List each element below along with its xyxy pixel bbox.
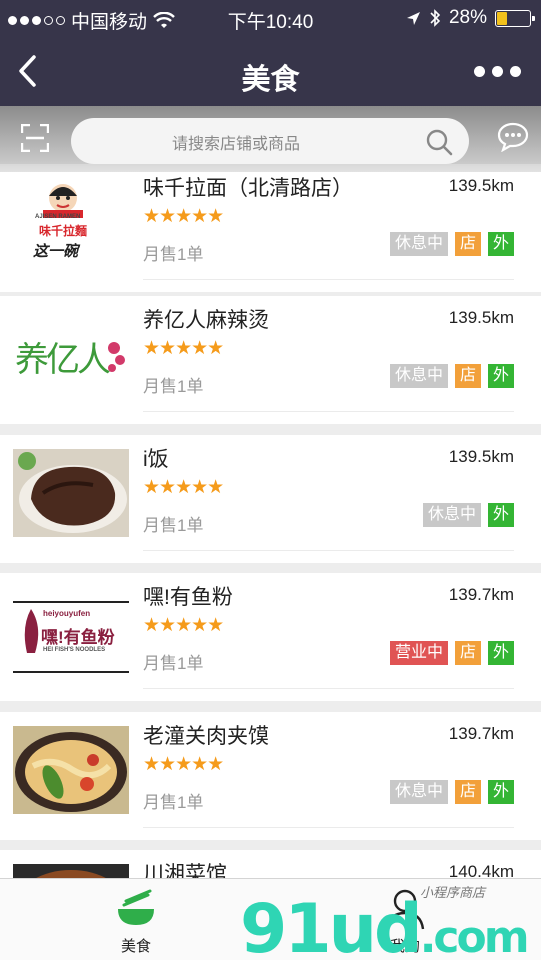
store-monthly-sales: 月售1单 xyxy=(143,377,204,396)
nav-bar: 美食 xyxy=(0,36,541,106)
divider xyxy=(143,279,514,280)
store-name: 川湘菜馆 xyxy=(143,863,227,878)
logo-caption-en: HEI FISH'S NOODLES xyxy=(43,647,106,653)
store-photo-steak xyxy=(13,449,129,537)
store-name: 养亿人麻辣烫 xyxy=(143,309,269,332)
noodle-bowl-image xyxy=(13,726,129,814)
takeout-badge: 外 xyxy=(487,641,514,665)
watermark-tagline: 小程序商店 xyxy=(420,885,486,900)
search-icon[interactable] xyxy=(425,128,453,156)
battery-icon xyxy=(495,9,535,27)
store-monthly-sales: 月售1单 xyxy=(143,793,204,812)
store-badges: 休息中 店 外 xyxy=(389,780,514,804)
store-rating-stars: ★★★★★ xyxy=(143,477,224,498)
store-distance: 139.7km xyxy=(448,585,514,604)
logo-decoration-image xyxy=(108,342,125,372)
dine-in-badge: 店 xyxy=(454,641,481,665)
store-logo-yangyiren: 养亿人 xyxy=(13,310,129,398)
store-badges: 休息中 店 外 xyxy=(389,232,514,256)
status-badge: 休息中 xyxy=(389,232,448,256)
store-photo-noodles xyxy=(13,726,129,814)
chat-bubble-icon[interactable] xyxy=(497,122,529,152)
status-badge: 休息中 xyxy=(389,364,448,388)
divider xyxy=(143,827,514,828)
status-right: 28% xyxy=(406,7,535,29)
logo-caption-cn: 味千拉麵 xyxy=(39,224,88,238)
page-title: 美食 xyxy=(241,64,300,96)
store-rating-stars: ★★★★★ xyxy=(143,338,224,359)
bowl-icon xyxy=(118,889,154,925)
takeout-badge: 外 xyxy=(487,780,514,804)
dine-in-badge: 店 xyxy=(454,232,481,256)
tab-food-label: 美食 xyxy=(120,938,151,955)
store-card[interactable]: i饭 139.5km ★★★★★ 月售1单 休息中 外 xyxy=(0,435,541,563)
tab-food[interactable]: 美食 xyxy=(76,887,196,956)
store-name: i饭 xyxy=(143,448,169,471)
store-rating-stars: ★★★★★ xyxy=(143,754,224,775)
status-badge: 营业中 xyxy=(389,641,448,665)
status-bar: 中国移动 下午10:40 28% xyxy=(0,0,541,36)
status-badge: 休息中 xyxy=(389,780,448,804)
store-list: AJISEN RAMEN 味千拉麵 这一碗 味千拉面（北清路店） 139.5km… xyxy=(0,106,541,878)
store-card[interactable]: heiyouyufen 嘿!有鱼粉 HEI FISH'S NOODLES 嘿!有… xyxy=(0,573,541,701)
dish-image xyxy=(13,864,129,878)
more-options-icon[interactable] xyxy=(474,66,521,77)
store-card[interactable]: 养亿人 养亿人麻辣烫 139.5km ★★★★★ 月售1单 休息中 店 外 xyxy=(0,296,541,424)
store-photo-dish xyxy=(13,864,129,878)
search-input[interactable]: 请搜索店铺或商品 xyxy=(71,118,469,164)
logo-caption: 嘿!有鱼粉 xyxy=(41,628,115,647)
dine-in-badge: 店 xyxy=(454,364,481,388)
store-card[interactable]: AJISEN RAMEN 味千拉麵 这一碗 味千拉面（北清路店） 139.5km… xyxy=(0,164,541,292)
search-placeholder: 请搜索店铺或商品 xyxy=(171,136,300,153)
divider xyxy=(143,688,514,689)
store-distance: 139.5km xyxy=(448,308,514,327)
dine-in-badge: 店 xyxy=(454,780,481,804)
logo-caption-en: AJISEN RAMEN xyxy=(35,214,81,220)
store-badges: 休息中 外 xyxy=(422,503,514,527)
bluetooth-icon xyxy=(430,9,441,27)
store-rating-stars: ★★★★★ xyxy=(143,206,224,227)
location-arrow-icon xyxy=(406,11,420,25)
store-name: 老潼关肉夹馍 xyxy=(143,725,269,748)
takeout-badge: 外 xyxy=(487,364,514,388)
store-rating-stars: ★★★★★ xyxy=(143,615,224,636)
watermark: 91ud.com 小程序商店 xyxy=(240,880,540,960)
status-badge: 休息中 xyxy=(422,503,481,527)
takeout-badge: 外 xyxy=(487,232,514,256)
store-distance: 139.7km xyxy=(448,724,514,743)
divider xyxy=(143,411,514,412)
store-logo-weiqian: AJISEN RAMEN 味千拉麵 这一碗 xyxy=(13,178,129,266)
store-monthly-sales: 月售1单 xyxy=(143,245,204,264)
store-badges: 营业中 店 外 xyxy=(389,641,514,665)
store-badges: 休息中 店 外 xyxy=(389,364,514,388)
store-monthly-sales: 月售1单 xyxy=(143,654,204,673)
store-distance: 139.5km xyxy=(448,447,514,466)
store-name: 味千拉面（北清路店） xyxy=(143,177,353,200)
battery-percent: 28% xyxy=(448,7,487,28)
search-bar: 请搜索店铺或商品 xyxy=(0,106,541,172)
store-logo-youyufen: heiyouyufen 嘿!有鱼粉 HEI FISH'S NOODLES xyxy=(13,587,129,675)
logo-slogan: 这一碗 xyxy=(33,243,79,260)
store-card[interactable]: 老潼关肉夹馍 139.7km ★★★★★ 月售1单 休息中 店 外 xyxy=(0,712,541,840)
takeout-badge: 外 xyxy=(487,503,514,527)
store-monthly-sales: 月售1单 xyxy=(143,516,204,535)
divider xyxy=(143,550,514,551)
scan-icon[interactable] xyxy=(21,124,49,152)
logo-top-text: heiyouyufen xyxy=(43,609,91,618)
store-card[interactable]: 川湘菜馆 140.4km xyxy=(0,850,541,878)
store-distance: 139.5km xyxy=(448,176,514,195)
store-distance: 140.4km xyxy=(448,862,514,878)
store-name: 嘿!有鱼粉 xyxy=(143,586,233,609)
steak-dish-image xyxy=(13,449,129,537)
